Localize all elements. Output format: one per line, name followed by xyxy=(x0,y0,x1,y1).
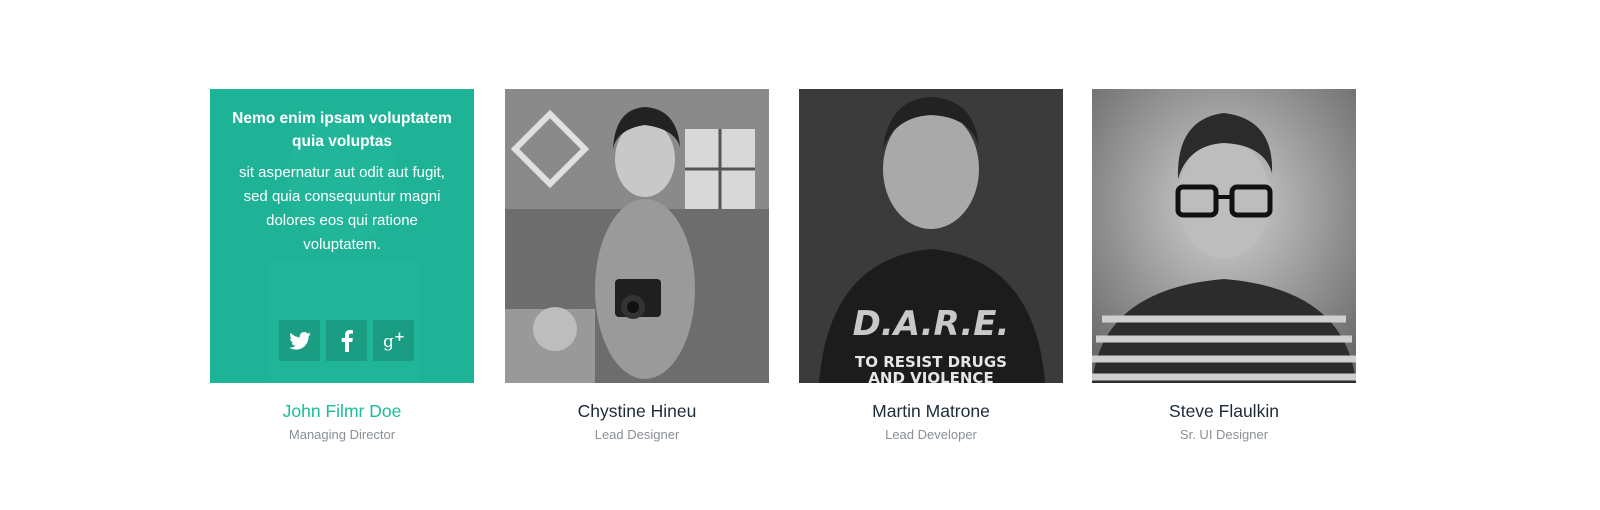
team-member-card[interactable]: Steve Flaulkin Sr. UI Designer xyxy=(1092,89,1356,444)
shirt-text-line2: AND VIOLENCE xyxy=(868,369,993,383)
member-role: Lead Developer xyxy=(885,427,977,442)
team-member-card[interactable]: D.A.R.E. TO RESIST DRUGS AND VIOLENCE Ma… xyxy=(799,89,1063,444)
google-plus-icon: g + xyxy=(383,330,405,352)
shirt-text-dare: D.A.R.E. xyxy=(853,304,1010,344)
member-photo[interactable]: Nemo enim ipsam voluptatem quia voluptas… xyxy=(210,89,474,383)
team-member-card[interactable]: Nemo enim ipsam voluptatem quia voluptas… xyxy=(210,89,474,444)
member-name[interactable]: Martin Matrone xyxy=(799,399,1063,423)
member-name[interactable]: Chystine Hineu xyxy=(505,399,769,423)
svg-text:g: g xyxy=(383,332,394,352)
facebook-icon xyxy=(341,329,353,352)
member-photo[interactable] xyxy=(505,89,769,383)
member-role: Managing Director xyxy=(288,427,396,442)
member-name[interactable]: Steve Flaulkin xyxy=(1092,399,1356,423)
team-member-card[interactable]: Chystine Hineu Lead Designer xyxy=(505,89,769,444)
overlay-heading: Nemo enim ipsam voluptatem quia voluptas xyxy=(232,110,452,150)
social-links: g + xyxy=(279,320,414,361)
photo-portrait xyxy=(505,89,769,383)
member-overlay: Nemo enim ipsam voluptatem quia voluptas… xyxy=(210,89,474,383)
twitter-icon xyxy=(288,331,311,350)
member-role: Sr. UI Designer xyxy=(1179,427,1269,442)
google-plus-button[interactable]: g + xyxy=(373,320,414,361)
member-role: Lead Designer xyxy=(594,427,680,442)
photo-portrait: D.A.R.E. TO RESIST DRUGS AND VIOLENCE xyxy=(799,89,1063,383)
svg-text:+: + xyxy=(394,330,405,345)
team-section: Nemo enim ipsam voluptatem quia voluptas… xyxy=(210,89,1356,469)
twitter-button[interactable] xyxy=(279,320,320,361)
member-name[interactable]: John Filmr Doe xyxy=(210,399,474,423)
photo-portrait xyxy=(1092,89,1356,383)
member-photo[interactable]: D.A.R.E. TO RESIST DRUGS AND VIOLENCE xyxy=(799,89,1063,383)
overlay-text: sit aspernatur aut odit aut fugit, sed q… xyxy=(239,164,445,253)
facebook-button[interactable] xyxy=(326,320,367,361)
member-photo[interactable] xyxy=(1092,89,1356,383)
